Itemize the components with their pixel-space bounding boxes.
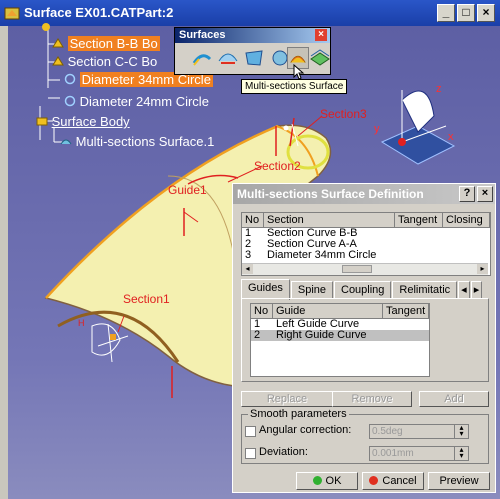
angular-correction-input[interactable]: 0.5deg ▴ ▾ (369, 424, 469, 439)
dialog-titlebar[interactable]: Multi-sections Surface Definition ? × (233, 184, 495, 204)
tab-spine[interactable]: Spine (290, 281, 333, 299)
minimize-button[interactable]: _ (437, 4, 455, 22)
cancel-icon (369, 476, 379, 485)
mouse-cursor-icon (293, 64, 305, 80)
scroll-right-icon[interactable]: ▸ (477, 264, 488, 274)
guides-list-header: No Guide Tangent (251, 304, 429, 319)
catia-part-icon (4, 7, 20, 20)
section3-label: Section3 (320, 107, 367, 121)
horizontal-scrollbar[interactable]: ◂ ▸ (242, 263, 488, 275)
cancel-button[interactable]: Cancel (362, 472, 424, 490)
deviation-label: Deviation: (259, 446, 308, 458)
multisections-surface-definition-dialog: Multi-sections Surface Definition ? × No… (232, 183, 496, 493)
sections-list[interactable]: No Section Tangent Closing 1 Section Curv… (241, 212, 491, 276)
toolbar-tooltip: Multi-sections Surface (241, 79, 348, 94)
column-header-tangent[interactable]: Tangent (383, 304, 429, 318)
dialog-tabs: Guides Spine Coupling Relimitatic ◂ ▸ (241, 279, 483, 300)
column-header-guide[interactable]: Guide (273, 304, 383, 318)
tab-scroll-right-icon[interactable]: ▸ (470, 281, 483, 299)
replace-button[interactable]: Replace (241, 391, 333, 407)
surfaces-toolbar: Surfaces × (174, 27, 331, 75)
maximize-button[interactable]: □ (457, 4, 475, 22)
sweep-icon[interactable] (217, 47, 239, 69)
remove-button[interactable]: Remove (332, 391, 412, 407)
window-title: Surface EX01.CATPart:2 (24, 5, 174, 20)
catia-window: Surface EX01.CATPart:2 _ □ × Section B-B… (0, 0, 500, 499)
spinner-arrows-icon[interactable]: ▴ ▾ (454, 446, 468, 460)
deviation-checkbox[interactable] (245, 448, 256, 459)
dialog-close-button[interactable]: × (477, 186, 493, 202)
guides-list[interactable]: No Guide Tangent 1 Left Guide Curve 2 Righ… (250, 303, 430, 377)
column-header-no[interactable]: No (242, 213, 264, 227)
column-header-section[interactable]: Section (264, 213, 395, 227)
angular-correction-label: Angular correction: (259, 424, 352, 436)
scroll-thumb[interactable] (342, 265, 372, 273)
tab-relimitation[interactable]: Relimitatic (392, 281, 458, 299)
help-button[interactable]: ? (459, 186, 475, 202)
sections-list-header: No Section Tangent Closing (242, 213, 490, 228)
preview-button[interactable]: Preview (428, 472, 490, 490)
scroll-left-icon[interactable]: ◂ (242, 264, 253, 274)
column-header-closing[interactable]: Closing (443, 213, 490, 227)
smooth-parameters-legend: Smooth parameters (250, 408, 347, 420)
guide1-label: Guide1 (168, 183, 207, 197)
section1-label: Section1 (123, 292, 170, 306)
add-button[interactable]: Add (419, 391, 489, 407)
table-row[interactable]: 3 Diameter 34mm Circle (242, 250, 490, 261)
column-header-no[interactable]: No (251, 304, 273, 318)
angular-correction-checkbox[interactable] (245, 426, 256, 437)
table-row-selected[interactable]: 2 Right Guide Curve (251, 330, 429, 341)
tab-guides[interactable]: Guides (241, 279, 290, 300)
dialog-title: Multi-sections Surface Definition (237, 187, 424, 201)
surfaces-toolbar-title[interactable]: Surfaces × (175, 28, 330, 43)
extrude-icon[interactable] (191, 47, 213, 69)
toolbar-close-button[interactable]: × (315, 29, 327, 41)
deviation-input[interactable]: 0.001mm ▴ ▾ (369, 446, 469, 461)
tab-panel: No Guide Tangent 1 Left Guide Curve 2 Righ… (241, 298, 489, 382)
window-left-frame (0, 26, 8, 499)
svg-text:H: H (78, 318, 85, 328)
ok-button[interactable]: OK (296, 472, 358, 490)
column-header-tangent[interactable]: Tangent (395, 213, 443, 227)
fill-icon[interactable] (243, 47, 265, 69)
close-button[interactable]: × (477, 4, 495, 22)
section2-label: Section2 (254, 159, 301, 173)
offset-icon[interactable] (309, 47, 331, 69)
tab-coupling[interactable]: Coupling (334, 281, 392, 299)
window-titlebar[interactable]: Surface EX01.CATPart:2 _ □ × (0, 0, 500, 26)
ok-icon (312, 476, 322, 485)
tab-scroll-left-icon[interactable]: ◂ (458, 281, 470, 299)
spinner-arrows-icon[interactable]: ▴ ▾ (454, 424, 468, 438)
